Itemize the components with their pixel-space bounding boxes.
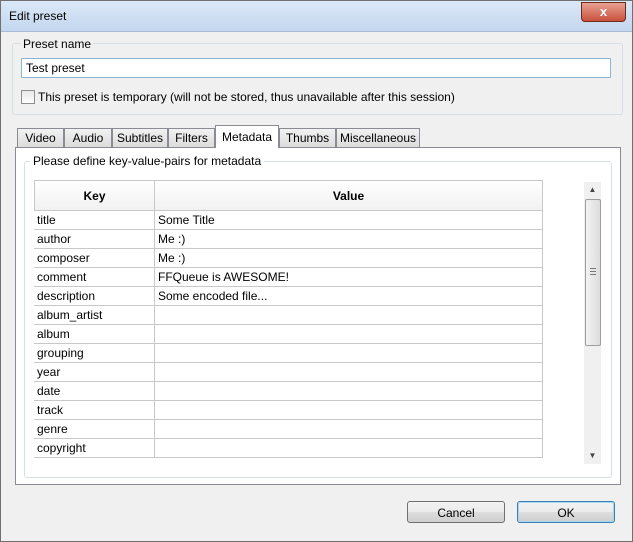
table-row[interactable]: grouping	[34, 344, 543, 363]
table-row[interactable]: author Me :)	[34, 230, 543, 249]
table-row[interactable]: track	[34, 401, 543, 420]
table-row[interactable]: album	[34, 325, 543, 344]
key-cell[interactable]: comment	[34, 268, 155, 287]
table-row[interactable]: description Some encoded file...	[34, 287, 543, 306]
value-cell[interactable]	[155, 344, 543, 363]
close-icon: x	[599, 4, 608, 19]
table-row[interactable]: title Some Title	[34, 211, 543, 230]
value-cell[interactable]	[155, 420, 543, 439]
temporary-checkbox-label[interactable]: This preset is temporary (will not be st…	[38, 90, 455, 104]
scroll-up-arrow-icon[interactable]: ▲	[584, 182, 601, 198]
value-cell[interactable]: Me :)	[155, 249, 543, 268]
value-cell[interactable]: Some Title	[155, 211, 543, 230]
scroll-down-arrow-icon[interactable]: ▼	[584, 448, 601, 464]
key-cell[interactable]: album	[34, 325, 155, 344]
value-cell[interactable]	[155, 382, 543, 401]
table-row[interactable]: composer Me :)	[34, 249, 543, 268]
tab-video[interactable]: Video	[17, 128, 64, 147]
cancel-button[interactable]: Cancel	[407, 501, 505, 523]
table-row[interactable]: copyright	[34, 439, 543, 458]
tab-miscellaneous[interactable]: Miscellaneous	[336, 128, 420, 147]
value-cell[interactable]: FFQueue is AWESOME!	[155, 268, 543, 287]
key-cell[interactable]: genre	[34, 420, 155, 439]
table-row[interactable]: year	[34, 363, 543, 382]
title-bar[interactable]: Edit preset x	[1, 1, 632, 32]
key-cell[interactable]: composer	[34, 249, 155, 268]
grip-icon	[590, 268, 596, 276]
key-cell[interactable]: title	[34, 211, 155, 230]
metadata-table: Key Value title Some Title author Me :) …	[34, 180, 601, 464]
key-cell[interactable]: date	[34, 382, 155, 401]
key-cell[interactable]: grouping	[34, 344, 155, 363]
table-row[interactable]: album_artist	[34, 306, 543, 325]
temporary-checkbox[interactable]	[21, 90, 35, 104]
tab-audio[interactable]: Audio	[64, 128, 112, 147]
scrollbar-thumb[interactable]	[585, 199, 601, 346]
key-cell[interactable]: album_artist	[34, 306, 155, 325]
value-cell[interactable]	[155, 306, 543, 325]
column-header-key[interactable]: Key	[34, 180, 155, 211]
tab-subtitles[interactable]: Subtitles	[112, 128, 168, 147]
ok-button[interactable]: OK	[517, 501, 615, 523]
close-button[interactable]: x	[581, 2, 626, 22]
value-cell[interactable]	[155, 401, 543, 420]
value-cell[interactable]: Some encoded file...	[155, 287, 543, 306]
table-row[interactable]: genre	[34, 420, 543, 439]
table-row[interactable]: comment FFQueue is AWESOME!	[34, 268, 543, 287]
tab-metadata[interactable]: Metadata	[215, 125, 279, 148]
table-scrollbar[interactable]: ▲ ▼	[584, 182, 601, 464]
preset-name-input[interactable]	[21, 58, 611, 78]
value-cell[interactable]	[155, 439, 543, 458]
key-cell[interactable]: year	[34, 363, 155, 382]
key-cell[interactable]: author	[34, 230, 155, 249]
value-cell[interactable]: Me :)	[155, 230, 543, 249]
tab-thumbs[interactable]: Thumbs	[279, 128, 336, 147]
window-title: Edit preset	[9, 9, 67, 23]
column-header-value[interactable]: Value	[154, 180, 543, 211]
key-cell[interactable]: description	[34, 287, 155, 306]
table-row[interactable]: date	[34, 382, 543, 401]
value-cell[interactable]	[155, 363, 543, 382]
preset-name-group	[12, 43, 623, 115]
value-cell[interactable]	[155, 325, 543, 344]
edit-preset-window: Edit preset x Preset name This preset is…	[0, 0, 633, 542]
tab-filters[interactable]: Filters	[168, 128, 215, 147]
metadata-group-label: Please define key-value-pairs for metada…	[30, 154, 265, 168]
key-cell[interactable]: copyright	[34, 439, 155, 458]
key-cell[interactable]: track	[34, 401, 155, 420]
preset-name-label: Preset name	[21, 37, 94, 51]
